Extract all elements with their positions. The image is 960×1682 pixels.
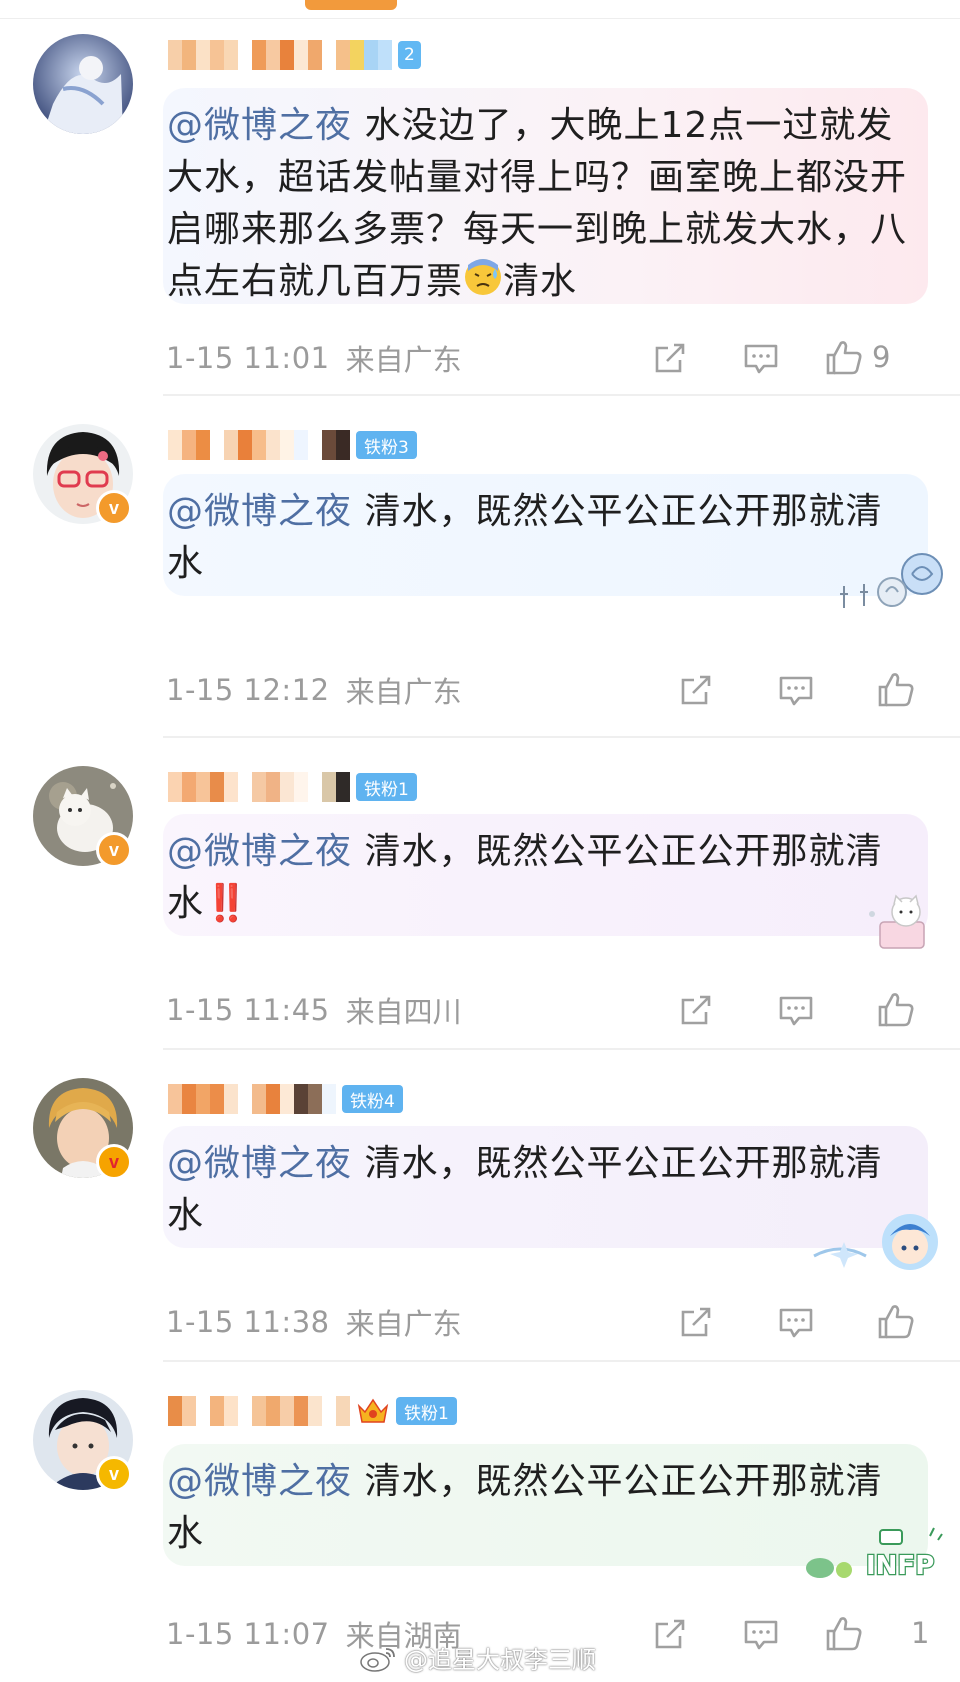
cat-decoration bbox=[869, 894, 925, 949]
verified-badge: v bbox=[96, 1456, 132, 1492]
mention-link[interactable]: @微博之夜 bbox=[167, 491, 352, 532]
weibo-logo-icon bbox=[360, 1647, 395, 1672]
location: 来自四川 bbox=[345, 995, 462, 1029]
user-name-row[interactable]: 铁粉3 bbox=[168, 428, 417, 462]
share-icon[interactable] bbox=[676, 1302, 716, 1342]
comment-text-tail: 清水 bbox=[503, 261, 578, 302]
crown-icon bbox=[357, 1398, 389, 1423]
thumbs-up-icon[interactable] bbox=[824, 338, 864, 378]
thumbs-up-icon[interactable] bbox=[876, 1302, 916, 1342]
comment-bubble: @微博之夜 水没边了，大晚上12点一过就发大水，超话发帖量对得上吗？画室晚上都没… bbox=[163, 88, 928, 304]
blurred-username bbox=[168, 1396, 350, 1426]
user-name-row[interactable]: 2 bbox=[168, 38, 421, 72]
comment-item: v 铁粉1 @微博之夜 清水，既然公平公正公开那就清水‼️ 1-15 11:45… bbox=[0, 766, 960, 1050]
comment-icon[interactable] bbox=[776, 990, 816, 1030]
comment-meta: 1-15 11:38 来自广东 bbox=[166, 1300, 936, 1344]
fan-level-badge: 铁粉1 bbox=[396, 1397, 457, 1425]
blurred-username bbox=[168, 40, 392, 70]
comment-divider bbox=[163, 1048, 960, 1050]
comment-meta: 1-15 11:45 来自四川 bbox=[166, 988, 936, 1032]
blurred-username bbox=[168, 430, 350, 460]
timestamp: 1-15 12:12 bbox=[166, 673, 330, 707]
user-name-row[interactable]: 铁粉4 bbox=[168, 1082, 403, 1116]
comment-divider bbox=[163, 394, 960, 396]
mention-link[interactable]: @微博之夜 bbox=[167, 105, 352, 146]
comment-meta: 1-15 12:12 来自广东 bbox=[166, 668, 936, 712]
location: 来自广东 bbox=[345, 675, 462, 709]
comment-item: 2 @微博之夜 水没边了，大晚上12点一过就发大水，超话发帖量对得上吗？画室晚上… bbox=[0, 34, 960, 396]
top-divider bbox=[0, 18, 960, 19]
comment-divider bbox=[163, 1360, 960, 1362]
comment-icon[interactable] bbox=[741, 1614, 781, 1654]
share-icon[interactable] bbox=[650, 338, 690, 378]
verified-badge: v bbox=[96, 1144, 132, 1180]
thumbs-up-icon[interactable] bbox=[876, 990, 916, 1030]
user-name-row[interactable]: 铁粉1 bbox=[168, 770, 417, 804]
thumbs-up-icon[interactable] bbox=[824, 1614, 864, 1654]
share-icon[interactable] bbox=[676, 670, 716, 710]
blurred-username bbox=[168, 772, 350, 802]
comment-icon[interactable] bbox=[776, 1302, 816, 1342]
timestamp: 1-15 11:01 bbox=[166, 341, 330, 375]
fan-level-badge: 铁粉3 bbox=[356, 431, 417, 459]
share-icon[interactable] bbox=[676, 990, 716, 1030]
rose-decoration bbox=[840, 553, 943, 608]
fan-level-badge: 2 bbox=[398, 41, 421, 69]
chibi-decoration bbox=[813, 1214, 938, 1270]
comment-bubble: @微博之夜 清水，既然公平公正公开那就清水 bbox=[163, 474, 928, 596]
infp-sticker-decoration: INFP bbox=[806, 1527, 943, 1582]
share-icon[interactable] bbox=[650, 1614, 690, 1654]
timestamp: 1-15 11:38 bbox=[166, 1305, 330, 1339]
mention-link[interactable]: @微博之夜 bbox=[167, 1143, 352, 1184]
sweat-face-emoji bbox=[463, 257, 503, 312]
comment-item: v 铁粉4 @微博之夜 清水，既然公平公正公开那就清水 1-15 11:38 来… bbox=[0, 1078, 960, 1362]
thumbs-up-icon[interactable] bbox=[876, 670, 916, 710]
svg-text:INFP: INFP bbox=[866, 1551, 934, 1581]
verified-badge: v bbox=[96, 490, 132, 526]
comment-item: v 铁粉1 @微博之夜 清水，既然公平公正公开那就清水 INFP 1-15 11… bbox=[0, 1390, 960, 1682]
comment-meta: 1-15 11:01 来自广东 9 bbox=[166, 336, 936, 380]
user-name-row[interactable]: 铁粉1 bbox=[168, 1394, 457, 1428]
scroll-indicator bbox=[305, 0, 397, 10]
comment-item: v 铁粉3 @微博之夜 清水，既然公平公正公开那就清水 1-15 12:12 来… bbox=[0, 424, 960, 738]
watermark-text: @追星大叔李三顺 bbox=[404, 1646, 596, 1674]
watermark: @追星大叔李三顺 bbox=[358, 1640, 596, 1675]
mention-link[interactable]: @微博之夜 bbox=[167, 1461, 352, 1502]
fan-level-badge: 铁粉1 bbox=[356, 773, 417, 801]
location: 来自广东 bbox=[345, 1307, 462, 1341]
verified-badge: v bbox=[96, 832, 132, 868]
fan-level-badge: 铁粉4 bbox=[342, 1085, 403, 1113]
timestamp: 1-15 11:07 bbox=[166, 1617, 330, 1651]
comment-bubble: @微博之夜 清水，既然公平公正公开那就清水‼️ bbox=[163, 814, 928, 936]
avatar[interactable] bbox=[33, 34, 133, 134]
double-exclamation-emoji: ‼️ bbox=[204, 883, 250, 924]
like-count: 9 bbox=[872, 340, 891, 374]
blurred-username bbox=[168, 1084, 336, 1114]
like-count: 1 bbox=[911, 1616, 930, 1650]
comment-icon[interactable] bbox=[776, 670, 816, 710]
location: 来自广东 bbox=[345, 343, 462, 377]
comment-divider bbox=[163, 736, 960, 738]
comment-icon[interactable] bbox=[741, 338, 781, 378]
timestamp: 1-15 11:45 bbox=[166, 993, 330, 1027]
mention-link[interactable]: @微博之夜 bbox=[167, 831, 352, 872]
